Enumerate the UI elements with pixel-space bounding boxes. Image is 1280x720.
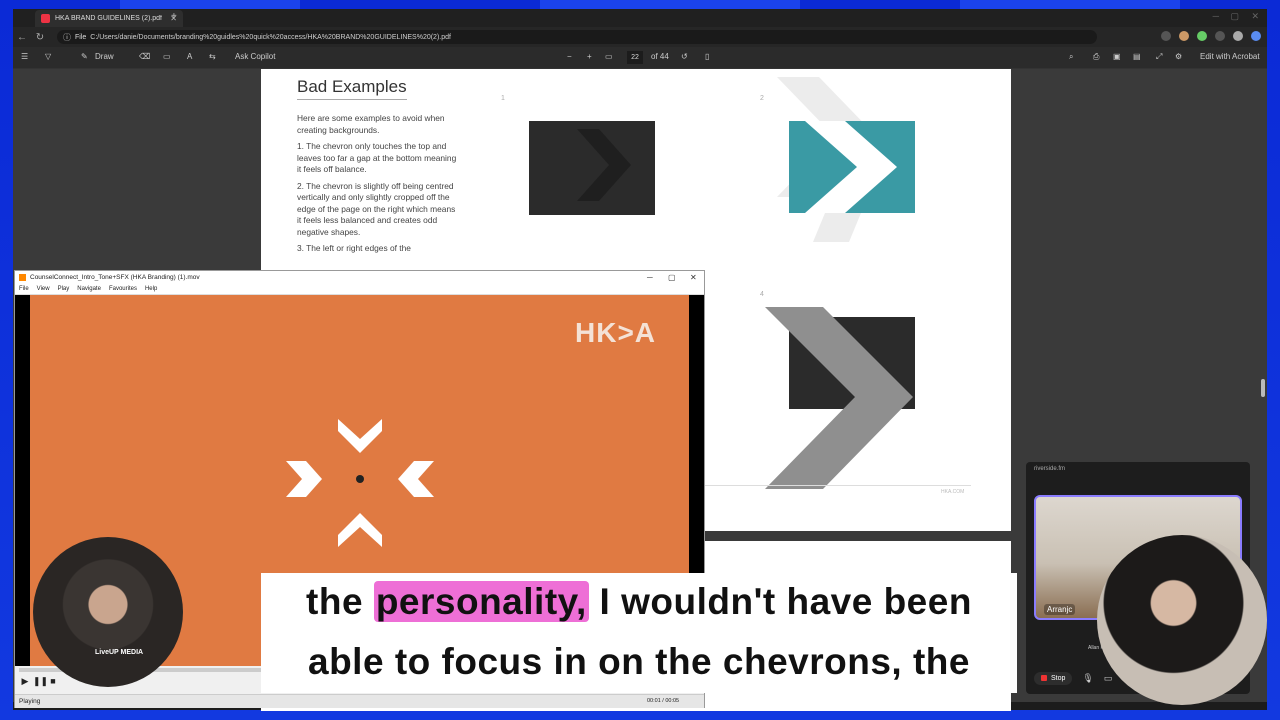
menu-view[interactable]: View	[37, 286, 50, 292]
player-app-icon	[19, 274, 26, 281]
page-body-text: Here are some examples to avoid when cre…	[297, 113, 459, 260]
play-icon[interactable]: ▶	[19, 676, 31, 688]
minimize-icon[interactable]: ─	[1213, 11, 1219, 21]
vertical-scrollbar[interactable]	[1261, 379, 1265, 397]
tab-title: HKA BRAND GUIDELINES (2).pdf	[55, 15, 162, 22]
stop-icon	[1041, 675, 1047, 681]
bad-example-2-graphic	[777, 77, 915, 242]
tab-bar: HKA BRAND GUIDELINES (2).pdf ✕ + ─ ▢ ✕	[13, 9, 1267, 27]
player-status-bar: Playing 00:01 / 00:05	[15, 694, 704, 708]
menu-file[interactable]: File	[19, 286, 29, 292]
back-icon[interactable]: ←	[13, 32, 31, 43]
example-number-1: 1	[501, 95, 505, 102]
page-footer-url: HKA.COM	[941, 489, 965, 495]
address-bar: ← ↻ ⓘ File C:/Users/danie/Documents/bran…	[13, 27, 1267, 47]
participant-name-tag: Arranjc	[1044, 604, 1076, 615]
url-text: C:/Users/danie/Documents/branding%20guid…	[90, 33, 451, 41]
chevron-cross-graphic	[286, 419, 434, 547]
edit-with-acrobat-button[interactable]: Edit with Acrobat	[1200, 52, 1260, 61]
page-total-label: of 44	[651, 52, 669, 61]
menu-favourites[interactable]: Favourites	[109, 286, 137, 292]
print-icon[interactable]: ⎙	[1093, 52, 1099, 62]
page-footer-rule	[701, 485, 971, 486]
url-scheme-label: File	[75, 33, 87, 41]
caption-text: the	[306, 581, 374, 622]
bad-example-1-graphic	[529, 121, 655, 215]
translate-icon[interactable]: ⇆	[209, 52, 216, 61]
stop-icon[interactable]: ■	[47, 676, 59, 688]
search-icon[interactable]: ⌕	[1069, 52, 1073, 62]
playback-status: Playing	[19, 698, 41, 705]
caption-highlight-word: personality,	[373, 581, 589, 622]
example-number-4: 4	[760, 291, 764, 298]
camera-icon[interactable]: ▭	[1104, 673, 1113, 684]
zoom-out-icon[interactable]: −	[567, 52, 572, 61]
ask-copilot-button[interactable]: Ask Copilot	[235, 52, 275, 61]
draw-icon[interactable]: ✎	[81, 52, 88, 61]
close-window-icon[interactable]: ✕	[1251, 11, 1259, 22]
draw-button[interactable]: Draw	[95, 52, 114, 61]
menu-play[interactable]: Play	[58, 286, 70, 292]
extensions-area	[1161, 31, 1261, 41]
pdf-toolbar: ☰ ▽ ✎ Draw ⌫ ▭ A ⇆ Ask Copilot − + ▭ 22 …	[13, 47, 1267, 69]
player-title: CounselConnect_Intro_Tone+SFX (HKA Brand…	[30, 274, 200, 281]
save-icon[interactable]: ▣	[1113, 52, 1121, 61]
extension-icon[interactable]	[1161, 31, 1171, 41]
bad-example-4-graphic	[765, 307, 915, 489]
menu-navigate[interactable]: Navigate	[77, 286, 101, 292]
highlight-icon[interactable]: ▽	[45, 52, 51, 61]
info-icon: ⓘ	[63, 32, 71, 42]
stop-recording-button[interactable]: Stop	[1034, 671, 1073, 685]
caption-line-2: able to focus in on the chevrons, the	[308, 641, 970, 682]
point-3: 3. The left or right edges of the	[297, 243, 411, 253]
contents-icon[interactable]: ☰	[21, 52, 28, 61]
fullscreen-icon[interactable]: ⤢	[1156, 52, 1162, 62]
save-as-icon[interactable]: ▤	[1133, 52, 1141, 61]
webcam-host: LiveUP MEDIA	[33, 537, 183, 687]
stop-label: Stop	[1051, 674, 1066, 682]
player-maximize-icon[interactable]: ▢	[668, 273, 676, 282]
player-title-bar: CounselConnect_Intro_Tone+SFX (HKA Brand…	[15, 271, 704, 284]
caption-text: I wouldn't have been	[588, 581, 972, 622]
copilot-icon[interactable]	[1251, 31, 1261, 41]
maximize-icon[interactable]: ▢	[1230, 11, 1239, 22]
eraser-icon[interactable]: ⌫	[139, 52, 150, 61]
player-close-icon[interactable]: ✕	[690, 273, 697, 282]
subtitle-caption: the personality, I wouldn't have been ab…	[261, 573, 1017, 693]
text-icon[interactable]: ▭	[163, 52, 171, 61]
extension-icon[interactable]	[1179, 31, 1189, 41]
fit-page-icon[interactable]: ▭	[605, 52, 613, 61]
extension-icon[interactable]	[1197, 31, 1207, 41]
settings-icon[interactable]: ⚙	[1175, 52, 1182, 61]
pdf-icon	[41, 14, 50, 23]
page-heading: Bad Examples	[297, 77, 407, 100]
riverside-header: riverside.fm	[1034, 466, 1066, 472]
url-field[interactable]: ⓘ File C:/Users/danie/Documents/branding…	[57, 30, 1097, 44]
point-2: 2. The chevron is slightly off being cen…	[297, 180, 456, 237]
refresh-icon[interactable]: ↻	[31, 32, 49, 43]
menu-help[interactable]: Help	[145, 286, 157, 292]
page-number-input[interactable]: 22	[627, 51, 643, 64]
liveup-media-logo: LiveUP MEDIA	[95, 649, 144, 656]
player-menu-bar: File View Play Navigate Favourites Help	[15, 284, 704, 295]
hka-logo: HK>A	[575, 317, 657, 348]
webcam-guest	[1097, 535, 1267, 705]
microphone-icon[interactable]: 🎙	[1082, 673, 1093, 684]
tab-pdf[interactable]: HKA BRAND GUIDELINES (2).pdf ✕	[35, 10, 183, 27]
pause-icon[interactable]: ❚❚	[33, 676, 48, 688]
profile-avatar[interactable]	[1233, 31, 1243, 41]
playback-time: 00:01 / 00:05	[647, 698, 680, 704]
read-aloud-icon[interactable]: A	[187, 52, 192, 61]
point-1: 1. The chevron only touches the top and …	[297, 141, 457, 174]
extension-icon[interactable]	[1215, 31, 1225, 41]
player-minimize-icon[interactable]: ─	[647, 273, 653, 282]
zoom-in-icon[interactable]: +	[587, 52, 592, 61]
caption-line-1: the personality, I wouldn't have been	[261, 581, 1017, 623]
new-tab-icon[interactable]: +	[171, 11, 177, 22]
rotate-icon[interactable]: ↺	[681, 52, 688, 61]
page-view-icon[interactable]: ▯	[705, 52, 709, 61]
intro-paragraph: Here are some examples to avoid when cre…	[297, 113, 445, 135]
